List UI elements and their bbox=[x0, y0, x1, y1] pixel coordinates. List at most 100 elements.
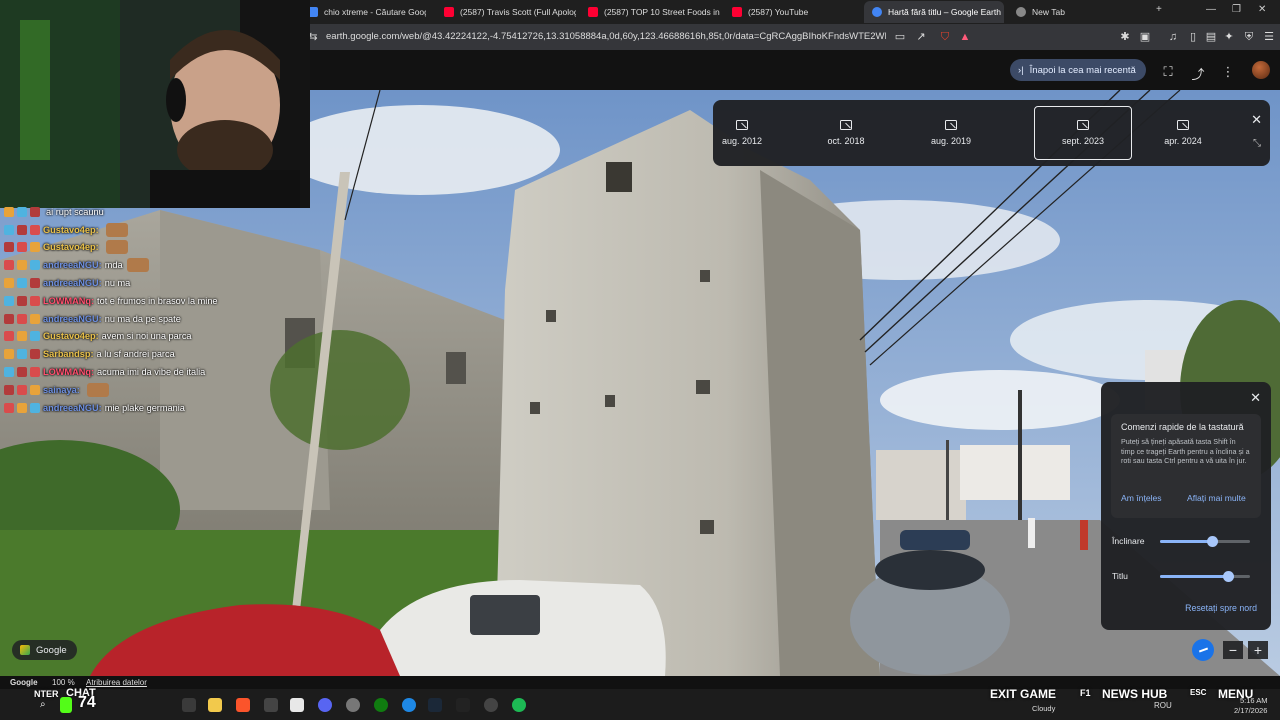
chat-badge-icon bbox=[17, 349, 27, 360]
reset-north-button[interactable]: Resetați spre nord bbox=[1185, 603, 1257, 613]
task-view-icon[interactable] bbox=[182, 698, 196, 712]
app-blue-icon[interactable] bbox=[402, 698, 416, 712]
compass-icon[interactable] bbox=[1192, 639, 1214, 661]
discord-icon[interactable] bbox=[318, 698, 332, 712]
app-circle-icon[interactable] bbox=[484, 698, 498, 712]
screenshot-icon[interactable]: ⛶ bbox=[1161, 64, 1175, 80]
chat-badge-icon bbox=[4, 242, 14, 253]
chat-username[interactable]: LOWMANq: bbox=[43, 296, 94, 306]
historical-imagery-timeline: aug. 2012 oct. 2018 aug. 2019 sept. 2023… bbox=[713, 100, 1270, 166]
chat-username[interactable]: andreeaNGU: bbox=[43, 278, 102, 288]
url-field[interactable]: earth.google.com/web/@43.42224122,-4.754… bbox=[326, 31, 886, 42]
file-explorer-icon[interactable] bbox=[208, 698, 222, 712]
close-window-icon[interactable]: ✕ bbox=[1258, 4, 1266, 15]
chat-text: nu ma bbox=[104, 278, 131, 289]
chat-badge-icon bbox=[30, 313, 40, 324]
chat-username[interactable]: Gustavo4ep: bbox=[43, 331, 99, 341]
reading-list-icon[interactable]: ▤ bbox=[1204, 30, 1218, 44]
timeline-item-sept-2023[interactable]: sept. 2023 bbox=[1034, 106, 1132, 160]
xbox-icon[interactable] bbox=[374, 698, 388, 712]
zoom-out-icon[interactable]: − bbox=[1223, 641, 1243, 659]
chat-username[interactable]: Gustavo4ep: bbox=[43, 242, 99, 252]
epic-games-icon[interactable] bbox=[456, 698, 470, 712]
minimize-icon[interactable]: — bbox=[1206, 4, 1216, 15]
tab-label: New Tab bbox=[1032, 7, 1065, 17]
vpn-icon[interactable]: ⛨ bbox=[1242, 30, 1256, 44]
close-panel-icon[interactable]: ✕ bbox=[1250, 390, 1261, 406]
heading-slider-thumb[interactable] bbox=[1223, 571, 1235, 582]
steam-icon[interactable] bbox=[428, 698, 442, 712]
share-icon[interactable]: ↗ bbox=[914, 30, 928, 44]
new-tab-plus-icon[interactable]: + bbox=[1156, 4, 1162, 15]
language-indicator[interactable]: ROU bbox=[1154, 701, 1172, 710]
tab-google-earth[interactable]: Hartă fără titlu – Google Earth ✕ bbox=[864, 1, 1004, 23]
chat-emote-icon bbox=[105, 222, 128, 237]
data-attribution-link[interactable]: Atribuirea datelor bbox=[86, 678, 147, 687]
timeline-item-aug-2019[interactable]: aug. 2019 bbox=[902, 106, 1000, 160]
avatar[interactable] bbox=[1252, 61, 1270, 79]
chat-badge-icon bbox=[17, 402, 27, 413]
tab-youtube-travis[interactable]: (2587) Travis Scott (Full Apology) bbox=[436, 1, 576, 23]
tab-label: (2587) Travis Scott (Full Apology) bbox=[460, 7, 576, 17]
brave-shield-icon[interactable]: ⛉ bbox=[938, 30, 952, 44]
screen-icon[interactable]: ▭ bbox=[893, 30, 907, 44]
image-icon bbox=[1077, 120, 1089, 130]
chat-badge-icon bbox=[17, 384, 27, 395]
chat-emote-icon bbox=[126, 258, 149, 273]
music-icon[interactable]: ♫ bbox=[1166, 30, 1180, 44]
timeline-item-apr-2024[interactable]: apr. 2024 bbox=[1134, 106, 1232, 160]
chat-username[interactable]: Gustavo4ep: bbox=[43, 225, 99, 235]
search-icon[interactable]: ⌕ bbox=[40, 699, 52, 711]
chat-badge-icon bbox=[4, 278, 14, 289]
news-hub-label: NEWS HUB bbox=[1102, 687, 1168, 701]
tilt-slider-thumb[interactable] bbox=[1207, 536, 1219, 547]
sidebar-icon[interactable]: ▯ bbox=[1186, 30, 1200, 44]
zoom-in-icon[interactable]: + bbox=[1248, 641, 1268, 659]
chat-username[interactable]: andreeaNGU: bbox=[43, 260, 102, 270]
extensions-icon[interactable]: ✱ bbox=[1118, 30, 1132, 44]
tab-new-tab[interactable]: New Tab bbox=[1008, 1, 1148, 23]
brave-rewards-icon[interactable]: ▲ bbox=[958, 30, 972, 44]
menu-icon[interactable]: ☰ bbox=[1262, 30, 1276, 44]
leo-ai-icon[interactable]: ✦ bbox=[1222, 30, 1236, 44]
got-it-button[interactable]: Am înțeles bbox=[1121, 493, 1162, 503]
chat-message: sainaya: bbox=[4, 381, 304, 399]
tab-youtube-street-foods[interactable]: (2587) TOP 10 Street Foods in HA bbox=[580, 1, 720, 23]
heading-slider[interactable] bbox=[1160, 571, 1250, 582]
spotify-icon[interactable] bbox=[512, 698, 526, 712]
chat-username[interactable]: andreeaNGU: bbox=[43, 403, 102, 413]
chat-message: Gustavo4ep: avem si noi una parca bbox=[4, 328, 304, 346]
collapse-icon[interactable]: ⤡ bbox=[1253, 138, 1261, 149]
learn-more-link[interactable]: Aflați mai multe bbox=[1187, 493, 1246, 503]
timeline-item-aug-2012[interactable]: aug. 2012 bbox=[693, 106, 791, 160]
chat-badge-icon bbox=[4, 367, 14, 378]
chat-username[interactable]: Sarbandsp: bbox=[43, 349, 94, 359]
close-timeline-icon[interactable]: ✕ bbox=[1251, 112, 1262, 128]
chat-username[interactable]: sainaya: bbox=[43, 385, 80, 395]
app-icon[interactable] bbox=[264, 698, 278, 712]
tilt-slider[interactable] bbox=[1160, 536, 1250, 547]
chat-badge-icon bbox=[4, 260, 14, 271]
chat-username[interactable]: LOWMANq: bbox=[43, 367, 94, 377]
share-icon[interactable]: ⤴ bbox=[1191, 64, 1205, 83]
chat-emote-icon bbox=[86, 382, 109, 397]
chat-badge-icon bbox=[17, 367, 27, 378]
youtube-icon bbox=[444, 7, 454, 17]
weather-label: Cloudy bbox=[1032, 704, 1056, 713]
timeline-item-oct-2018[interactable]: oct. 2018 bbox=[797, 106, 895, 160]
tab-youtube[interactable]: (2587) YouTube bbox=[724, 1, 854, 23]
wallet-icon[interactable]: ▣ bbox=[1138, 30, 1152, 44]
google-chip[interactable]: Google bbox=[12, 640, 77, 660]
tab-google-search[interactable]: chio xtreme - Căutare Google bbox=[300, 1, 426, 23]
brave-browser-icon[interactable] bbox=[236, 698, 250, 712]
obs-icon[interactable] bbox=[346, 698, 360, 712]
back-to-recent-button[interactable]: ›| Înapoi la cea mai recentă bbox=[1010, 59, 1146, 81]
more-options-icon[interactable]: ⋮ bbox=[1221, 64, 1235, 80]
timeline-date: aug. 2019 bbox=[930, 136, 972, 146]
maximize-icon[interactable]: ❐ bbox=[1232, 4, 1241, 15]
calendar-icon[interactable] bbox=[290, 698, 304, 712]
chat-badge-icon bbox=[30, 331, 40, 342]
chat-username[interactable]: andreeaNGU: bbox=[43, 314, 102, 324]
chat-badge-icon bbox=[4, 206, 14, 217]
chat-text: mda bbox=[104, 260, 123, 271]
